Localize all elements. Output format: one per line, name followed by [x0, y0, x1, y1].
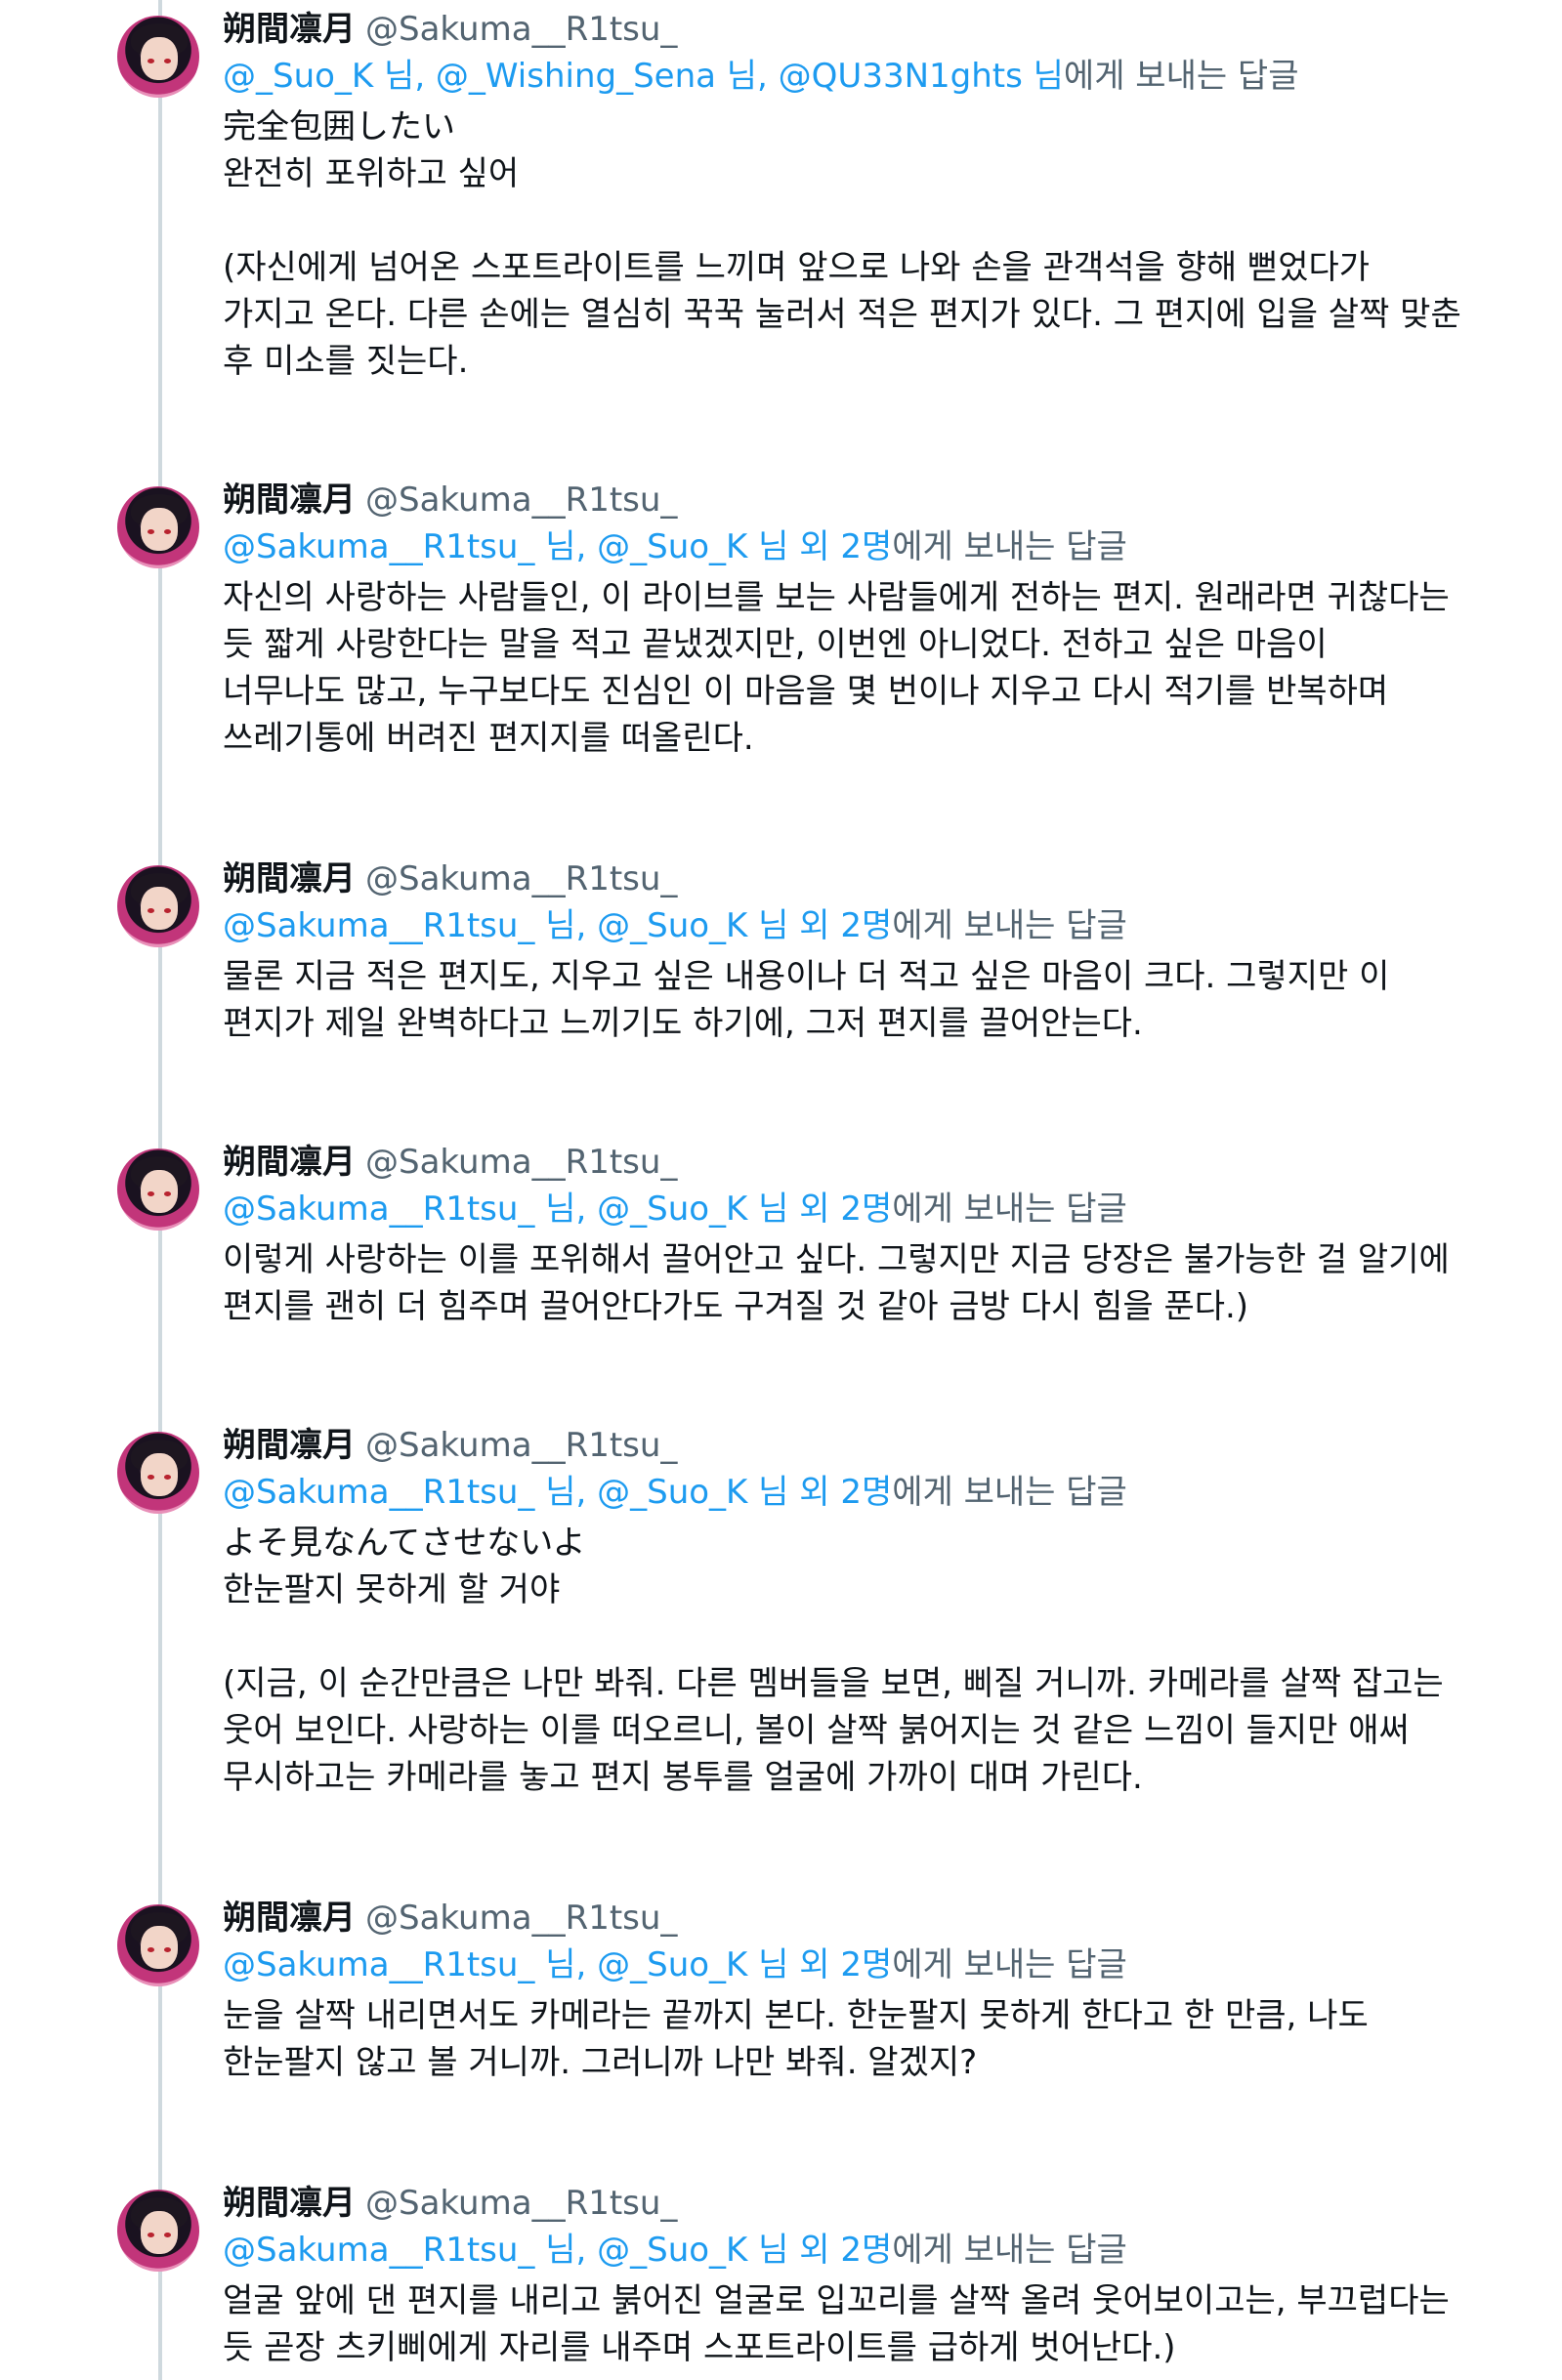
- tweet-text: よそ見なんてさせないよ 한눈팔지 못하게 할 거야 (지금, 이 순간만큼은 나…: [223, 1524, 1444, 1797]
- tweet-text: 물론 지금 적은 편지도, 지우고 싶은 내용이나 더 적고 싶은 마음이 크다…: [223, 957, 1390, 1043]
- tweet-text: 자신의 사랑하는 사람들인, 이 라이브를 보는 사람들에게 전하는 편지. 원…: [223, 578, 1450, 758]
- author-handle[interactable]: @Sakuma__R1tsu_: [365, 859, 677, 898]
- reply-mentions-link[interactable]: @Sakuma__R1tsu_ 님, @_Suo_K 님 외 2명: [223, 527, 892, 566]
- reply-suffix: 에게 보내는 답글: [892, 906, 1127, 945]
- reply-suffix: 에게 보내는 답글: [892, 1945, 1127, 1984]
- tweet-text: 이렇게 사랑하는 이를 포위해서 끌어안고 싶다. 그렇지만 지금 당장은 불가…: [223, 1240, 1450, 1326]
- reply-mentions-link[interactable]: @Sakuma__R1tsu_ 님, @_Suo_K 님 외 2명: [223, 1945, 892, 1984]
- author-name[interactable]: 朔間凛月: [223, 1143, 356, 1182]
- reply-suffix: 에게 보내는 답글: [892, 1190, 1127, 1229]
- author-handle[interactable]: @Sakuma__R1tsu_: [365, 2184, 677, 2223]
- author-handle[interactable]: @Sakuma__R1tsu_: [365, 10, 677, 49]
- avatar[interactable]: [117, 486, 199, 568]
- reply-context: @Sakuma__R1tsu_ 님, @_Suo_K 님 외 2명에게 보내는 …: [223, 1186, 1522, 1232]
- reply-context: @Sakuma__R1tsu_ 님, @_Suo_K 님 외 2명에게 보내는 …: [223, 523, 1522, 570]
- reply-mentions-link[interactable]: @Sakuma__R1tsu_ 님, @_Suo_K 님 외 2명: [223, 1473, 892, 1512]
- reply-context: @_Suo_K 님, @_Wishing_Sena 님, @QU33N1ghts…: [223, 53, 1522, 100]
- avatar[interactable]: [117, 2190, 199, 2272]
- reply-mentions-link[interactable]: @Sakuma__R1tsu_ 님, @_Suo_K 님 외 2명: [223, 2231, 892, 2270]
- avatar[interactable]: [117, 1148, 199, 1231]
- author-name[interactable]: 朔間凛月: [223, 1899, 356, 1938]
- tweet-text: 完全包囲したい 완전히 포위하고 싶어 (자신에게 넘어온 스포트라이트를 느끼…: [223, 107, 1461, 381]
- author-handle[interactable]: @Sakuma__R1tsu_: [365, 480, 677, 520]
- reply-suffix: 에게 보내는 답글: [892, 527, 1127, 566]
- author-handle[interactable]: @Sakuma__R1tsu_: [365, 1899, 677, 1938]
- reply-context: @Sakuma__R1tsu_ 님, @_Suo_K 님 외 2명에게 보내는 …: [223, 2227, 1522, 2274]
- tweet-text: 얼굴 앞에 댄 편지를 내리고 붉어진 얼굴로 입꼬리를 살짝 올려 웃어보이고…: [223, 2281, 1450, 2367]
- avatar[interactable]: [117, 1904, 199, 1986]
- reply-mentions-link[interactable]: @_Suo_K 님, @_Wishing_Sena 님, @QU33N1ghts…: [223, 57, 1064, 96]
- avatar[interactable]: [117, 16, 199, 98]
- reply-mentions-link[interactable]: @Sakuma__R1tsu_ 님, @_Suo_K 님 외 2명: [223, 1190, 892, 1229]
- tweet-text: 눈을 살짝 내리면서도 카메라는 끝까지 본다. 한눈팔지 못하게 한다고 한 …: [223, 1996, 1369, 2082]
- reply-context: @Sakuma__R1tsu_ 님, @_Suo_K 님 외 2명에게 보내는 …: [223, 1942, 1522, 1988]
- reply-suffix: 에게 보내는 답글: [1063, 57, 1299, 96]
- reply-context: @Sakuma__R1tsu_ 님, @_Suo_K 님 외 2명에게 보내는 …: [223, 902, 1522, 949]
- avatar[interactable]: [117, 865, 199, 947]
- author-handle[interactable]: @Sakuma__R1tsu_: [365, 1143, 677, 1182]
- reply-suffix: 에게 보내는 답글: [892, 2231, 1127, 2270]
- author-name[interactable]: 朔間凛月: [223, 10, 356, 49]
- author-handle[interactable]: @Sakuma__R1tsu_: [365, 1426, 677, 1465]
- reply-context: @Sakuma__R1tsu_ 님, @_Suo_K 님 외 2명에게 보내는 …: [223, 1469, 1522, 1516]
- author-name[interactable]: 朔間凛月: [223, 859, 356, 898]
- author-name[interactable]: 朔間凛月: [223, 2184, 356, 2223]
- reply-suffix: 에게 보내는 답글: [892, 1473, 1127, 1512]
- author-name[interactable]: 朔間凛月: [223, 480, 356, 520]
- reply-mentions-link[interactable]: @Sakuma__R1tsu_ 님, @_Suo_K 님 외 2명: [223, 906, 892, 945]
- avatar[interactable]: [117, 1432, 199, 1514]
- author-name[interactable]: 朔間凛月: [223, 1426, 356, 1465]
